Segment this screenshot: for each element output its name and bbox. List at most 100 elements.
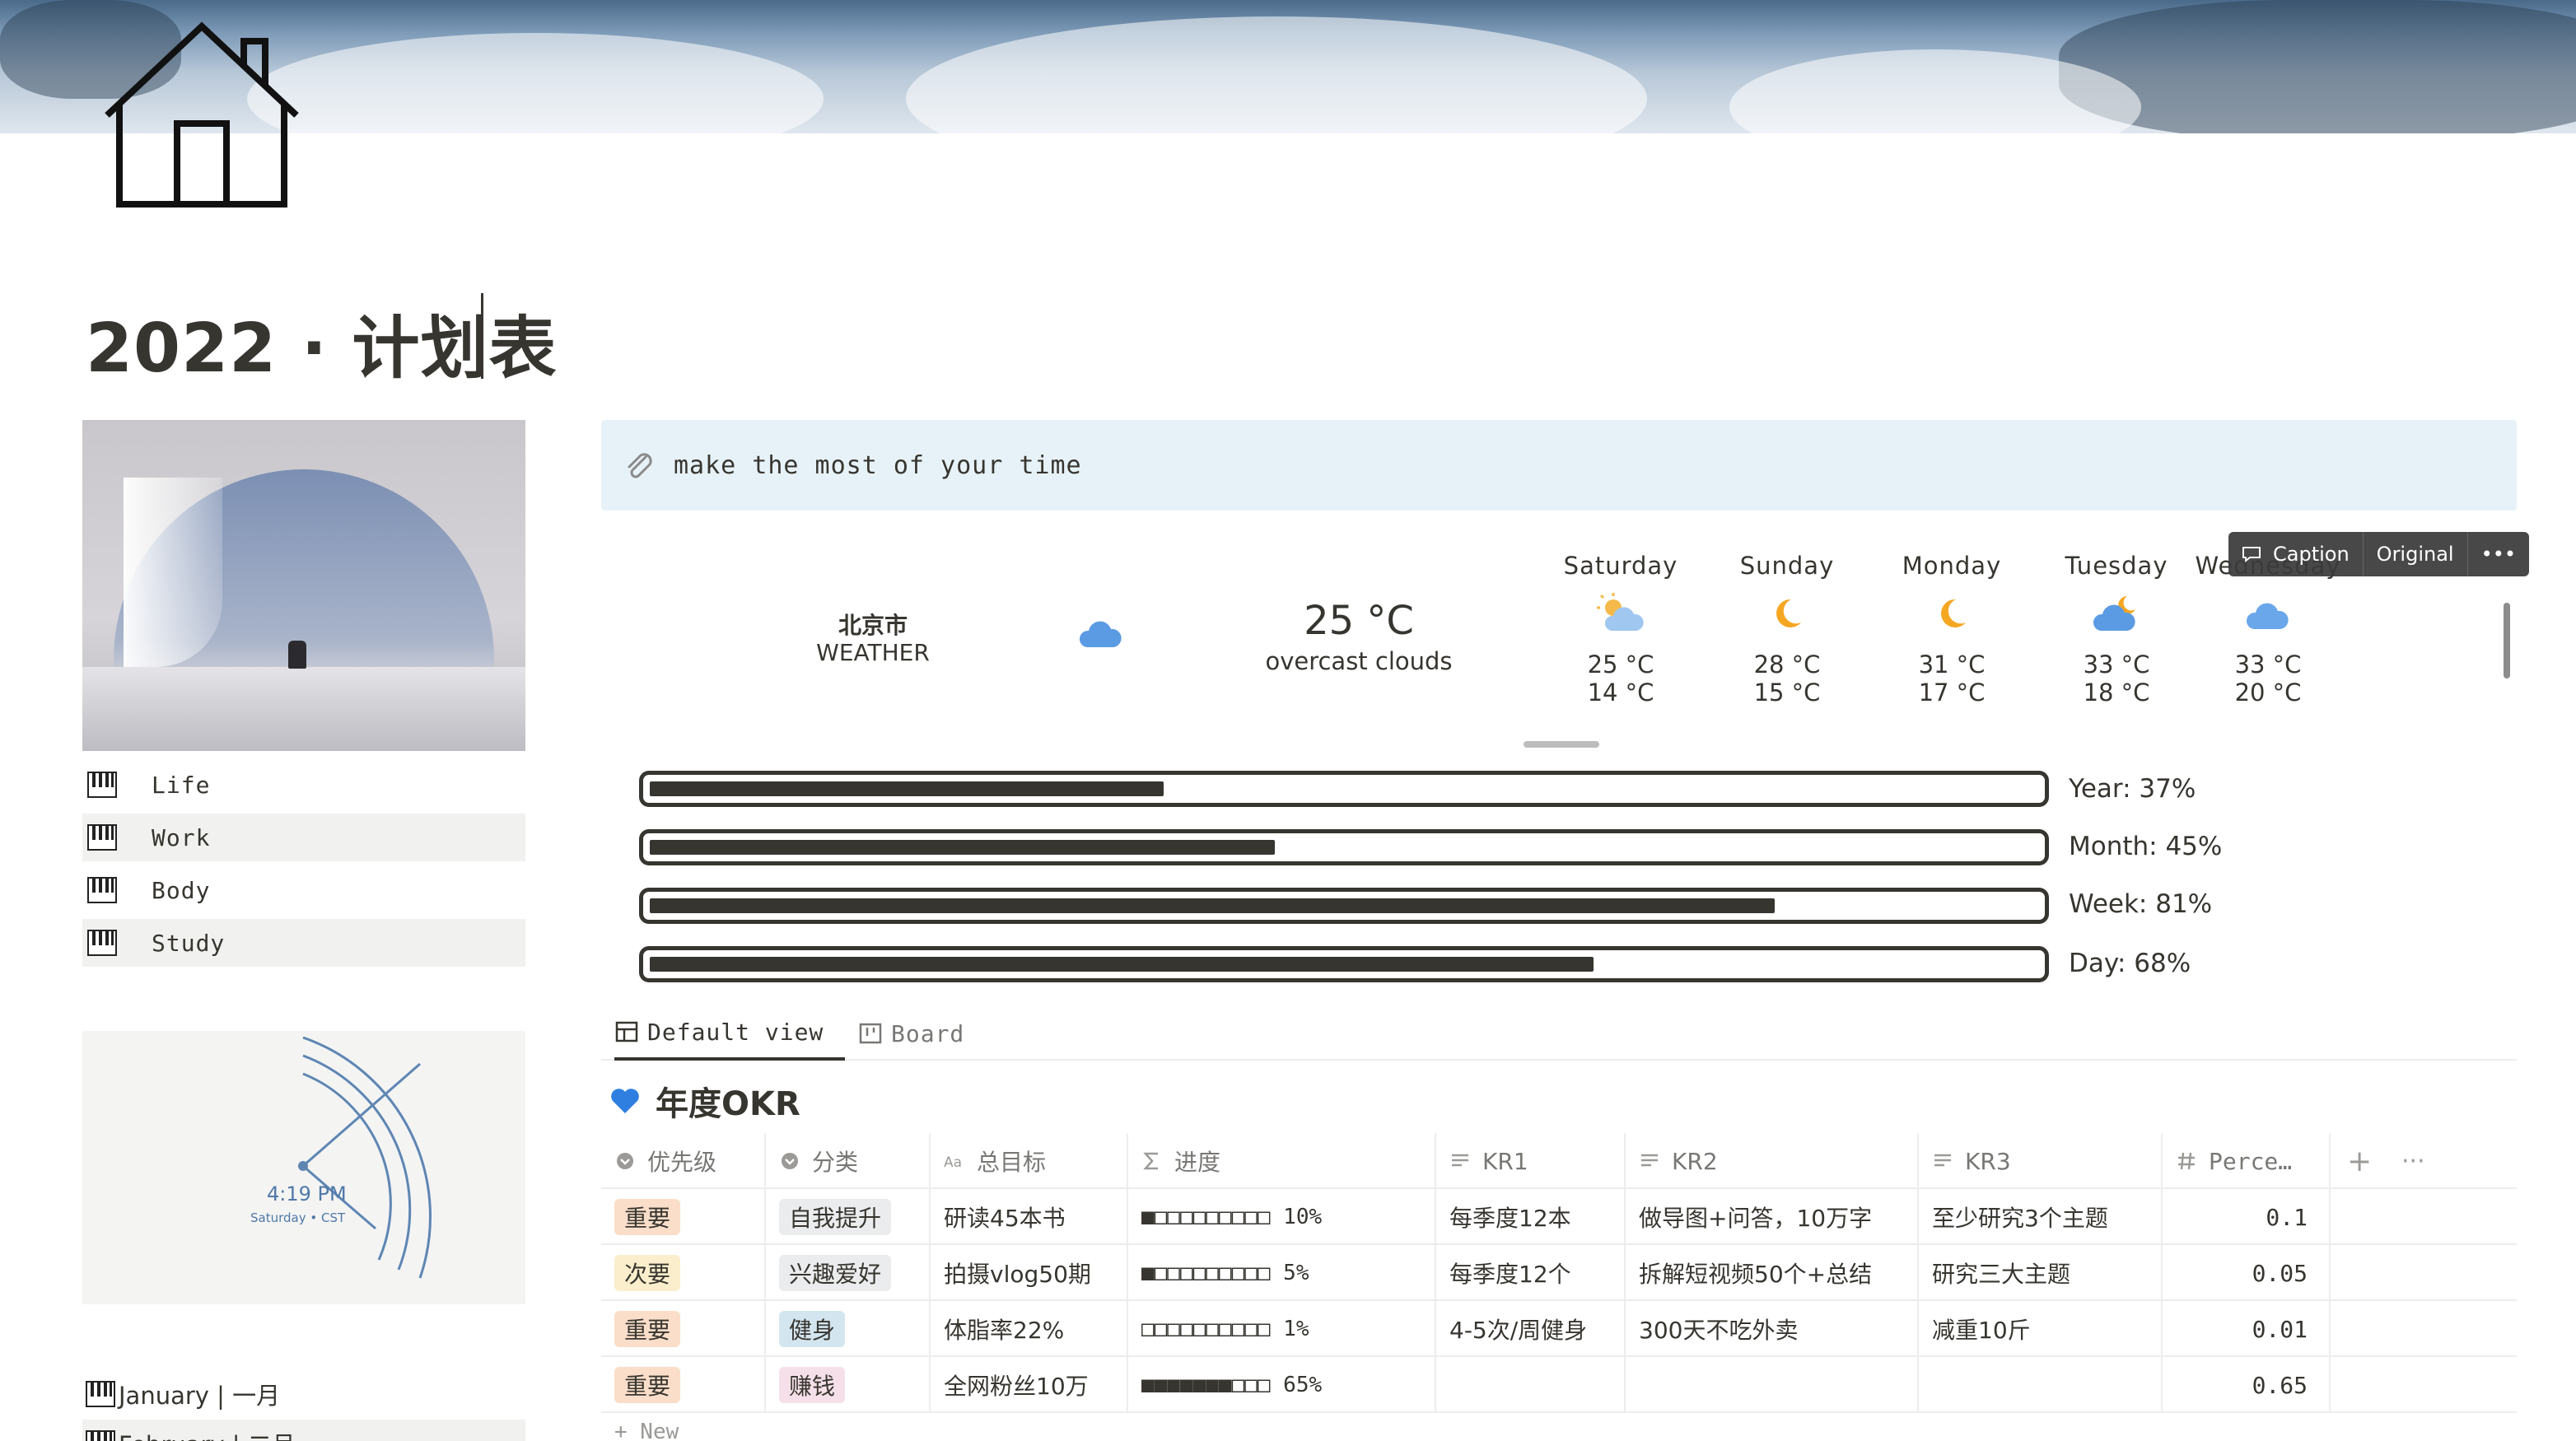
priority-tag: 重要: [614, 1367, 681, 1403]
quote-callout[interactable]: make the most of your time: [601, 420, 2517, 511]
moon-icon: [1776, 599, 1801, 627]
clock-time: 4:19 PM: [267, 1182, 347, 1205]
piano-icon: [87, 824, 117, 851]
category-tag: 自我提升: [779, 1199, 892, 1235]
column-header-kr1[interactable]: KR1: [1436, 1133, 1626, 1189]
kr1-cell[interactable]: 每季度12个: [1436, 1245, 1626, 1301]
percent-cell[interactable]: 0.65: [2163, 1357, 2331, 1413]
goal-cell[interactable]: 体脂率22%: [931, 1301, 1128, 1357]
number-icon: [2178, 1152, 2195, 1170]
kr1-cell[interactable]: 每季度12本: [1436, 1189, 1626, 1245]
vertical-scrollbar[interactable]: [2504, 603, 2510, 679]
kr3-cell[interactable]: 至少研究3个主题: [1919, 1189, 2163, 1245]
piano-icon: [87, 930, 117, 956]
category-tag: 兴趣爱好: [779, 1255, 892, 1291]
kr2-cell[interactable]: 做导图+问答，10万字: [1626, 1189, 1919, 1245]
kr2-cell[interactable]: [1626, 1357, 1919, 1413]
percent-cell[interactable]: 0.1: [2163, 1189, 2331, 1245]
goal-cell[interactable]: 全网粉丝10万: [931, 1357, 1128, 1413]
column-header-kr2[interactable]: KR2: [1626, 1133, 1919, 1189]
category-tag: 赚钱: [779, 1367, 846, 1403]
percent-cell[interactable]: 0.05: [2163, 1245, 2331, 1301]
kr3-cell[interactable]: 减重10斤: [1919, 1301, 2163, 1357]
forecast-low: 18 °C: [2083, 679, 2150, 707]
piano-icon: [86, 1430, 115, 1441]
progress-fill: [650, 781, 1164, 796]
sidebar-item-label: Life: [152, 771, 211, 799]
table-row[interactable]: 次要 兴趣爱好 拍摄vlog50期 ■□□□□□□□□□ 5% 每季度12个 拆…: [601, 1245, 2517, 1301]
forecast-high: 33 °C: [2083, 651, 2150, 679]
goal-cell[interactable]: 拍摄vlog50期: [931, 1245, 1128, 1301]
goal-cell[interactable]: 研读45本书: [931, 1189, 1128, 1245]
kr3-cell[interactable]: [1919, 1357, 2163, 1413]
tab-default-view[interactable]: Default view: [614, 1006, 845, 1061]
progress-cell: ■□□□□□□□□□ 10%: [1128, 1189, 1436, 1245]
kr2-cell[interactable]: 拆解短视频50个+总结: [1626, 1245, 1919, 1301]
sidebar-item-body[interactable]: Body: [82, 866, 525, 914]
select-icon: [617, 1153, 633, 1169]
quote-text: make the most of your time: [674, 450, 1082, 480]
column-header-progress[interactable]: 进度: [1128, 1133, 1436, 1189]
forecast-high: 28 °C: [1753, 651, 1821, 679]
forecast-high: 31 °C: [1918, 651, 1986, 679]
page-title[interactable]: 2022 · 计划表: [86, 293, 557, 391]
month-item-february[interactable]: February | 二月: [82, 1420, 525, 1441]
sidebar-image[interactable]: [82, 420, 525, 751]
database-title[interactable]: 年度OKR: [609, 1077, 800, 1125]
forecast-day: Tuesday 33 °C 18 °C: [2042, 552, 2191, 707]
month-item-january[interactable]: January | 一月: [86, 1377, 280, 1411]
priority-tag: 次要: [614, 1255, 681, 1291]
forecast-high: 33 °C: [2234, 651, 2302, 679]
month-label: January | 一月: [119, 1382, 281, 1410]
percent-cell[interactable]: 0.01: [2163, 1301, 2331, 1357]
clock-widget[interactable]: 4:19 PM Saturday • CST: [82, 1031, 525, 1304]
kr2-cell[interactable]: 300天不吃外卖: [1626, 1301, 1919, 1357]
kr1-cell[interactable]: [1436, 1357, 1626, 1413]
sun-cloud-icon: [1597, 593, 1644, 631]
progress-fill: [650, 840, 1275, 855]
more-options-button[interactable]: •••: [2468, 532, 2529, 576]
sidebar-item-label: Work: [152, 823, 211, 851]
month-label: February | 二月: [119, 1426, 296, 1441]
tab-label: Default view: [647, 1018, 824, 1046]
text-caret: [481, 293, 483, 379]
sidebar-item-work[interactable]: Work: [82, 814, 525, 861]
forecast-high: 25 °C: [1587, 651, 1654, 679]
progress-cell: ■■■■■■■□□□ 65%: [1128, 1357, 1436, 1413]
weather-city: 北京市: [838, 612, 908, 639]
piano-icon: [86, 1381, 115, 1407]
kr1-cell[interactable]: 4-5次/周健身: [1436, 1301, 1626, 1357]
media-toolbar: Caption Original •••: [2228, 532, 2530, 576]
house-icon[interactable]: [99, 16, 305, 214]
column-header-category[interactable]: 分类: [766, 1133, 931, 1189]
tab-board[interactable]: Board: [858, 1006, 964, 1061]
piano-icon: [87, 877, 117, 903]
priority-tag: 重要: [614, 1199, 681, 1235]
sidebar-item-study[interactable]: Study: [82, 919, 525, 967]
weather-current-desc: overcast clouds: [1265, 647, 1453, 675]
more-options-icon[interactable]: ···: [2401, 1133, 2425, 1189]
table-row[interactable]: 重要 健身 体脂率22% □□□□□□□□□□ 1% 4-5次/周健身 300天…: [601, 1301, 2517, 1357]
formula-icon: [1143, 1152, 1158, 1170]
forecast-low: 15 °C: [1753, 679, 1821, 707]
column-header-goal[interactable]: Aa 总目标: [931, 1133, 1128, 1189]
sidebar-item-life[interactable]: Life: [82, 761, 525, 809]
table-row[interactable]: 重要 自我提升 研读45本书 ■□□□□□□□□□ 10% 每季度12本 做导图…: [601, 1189, 2517, 1245]
original-button[interactable]: Original: [2364, 532, 2468, 576]
progress-bar-month: [639, 829, 2049, 865]
table-row[interactable]: 重要 赚钱 全网粉丝10万 ■■■■■■■□□□ 65% 0.65: [601, 1357, 2517, 1413]
column-header-kr3[interactable]: KR3: [1919, 1133, 2163, 1189]
moon-icon: [1941, 599, 1966, 627]
caption-button[interactable]: Caption: [2228, 532, 2364, 576]
column-header-percent[interactable]: Perce…: [2163, 1133, 2331, 1189]
piano-icon: [87, 772, 117, 798]
new-row-button[interactable]: + New: [614, 1420, 679, 1441]
progress-cell: □□□□□□□□□□ 1%: [1128, 1301, 1436, 1357]
forecast-low: 17 °C: [1918, 679, 1986, 707]
kr3-cell[interactable]: 研究三大主题: [1919, 1245, 2163, 1301]
progress-label-week: Week: 81%: [2069, 889, 2213, 919]
add-column-button[interactable]: +: [2347, 1133, 2372, 1189]
horizontal-scrollbar[interactable]: [1524, 741, 1599, 748]
column-header-priority[interactable]: 优先级: [601, 1133, 766, 1189]
view-tabs: Default view Board: [601, 1006, 2517, 1061]
